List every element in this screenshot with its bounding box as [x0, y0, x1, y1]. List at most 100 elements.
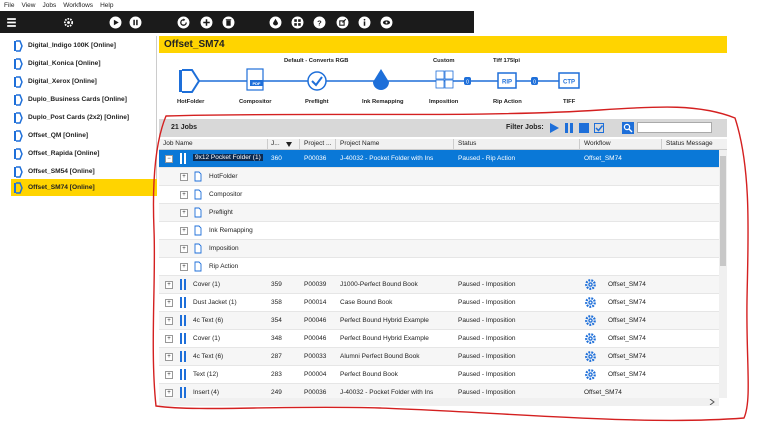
expand-toggle[interactable]: +	[180, 263, 188, 271]
sidebar-item-label: Duplo_Post Cards (2x2) [Online]	[28, 114, 130, 121]
sidebar-item-offset-rapida[interactable]: Offset_Rapida [Online]	[11, 145, 157, 162]
table-row[interactable]: + 4c Text (6) 354 P00046 Perfect Bound H…	[159, 312, 719, 330]
job-workflow: Offset_SM74	[608, 299, 646, 306]
delete-icon[interactable]	[221, 15, 235, 29]
sidebar-item-offset-sm74[interactable]: Offset_SM74 [Online]	[11, 179, 157, 196]
help-icon[interactable]: ?	[312, 15, 326, 29]
column-divider[interactable]	[267, 139, 268, 150]
compositor-step-icon[interactable]: PDF	[246, 68, 264, 91]
gear-icon[interactable]	[584, 332, 597, 345]
expand-toggle[interactable]: +	[165, 299, 173, 307]
expand-toggle[interactable]: +	[165, 371, 173, 379]
filter-stop-icon[interactable]	[579, 123, 589, 133]
sub-step-row[interactable]: + HotFolder	[159, 168, 719, 186]
expand-toggle[interactable]: +	[180, 191, 188, 199]
column-divider[interactable]	[453, 139, 454, 150]
expand-toggle[interactable]: +	[165, 317, 173, 325]
expand-toggle[interactable]: +	[165, 353, 173, 361]
preflight-step-icon[interactable]	[307, 71, 327, 91]
menu-view[interactable]: View	[21, 2, 35, 9]
settings-icon[interactable]	[61, 15, 75, 29]
column-divider[interactable]	[661, 139, 662, 150]
expand-toggle[interactable]: +	[180, 245, 188, 253]
sidebar-item-duplo-post-cards[interactable]: Duplo_Post Cards (2x2) [Online]	[11, 109, 157, 126]
ctp-step-icon[interactable]: CTP	[558, 72, 580, 89]
filter-play-icon[interactable]	[549, 123, 559, 133]
menu-help[interactable]: Help	[100, 2, 113, 9]
sub-step-row[interactable]: + Preflight	[159, 204, 719, 222]
ink-icon[interactable]	[268, 15, 282, 29]
view-icon[interactable]	[379, 15, 393, 29]
search-icon[interactable]	[622, 122, 634, 134]
sidebar-item-offset-sm54[interactable]: Offset_SM54 [Online]	[11, 163, 157, 180]
sidebar-item-offset-qm[interactable]: Offset_QM [Online]	[11, 127, 157, 144]
sub-step-label: Ink Remapping	[209, 227, 253, 234]
table-row[interactable]: + Dust Jacket (1) 358 P00014 Case Bound …	[159, 294, 719, 312]
sidebar-item-label: Digital_Xerox [Online]	[28, 78, 97, 85]
gear-icon[interactable]	[584, 368, 597, 381]
column-status[interactable]: Status	[458, 140, 476, 147]
column-workflow[interactable]: Workflow	[584, 140, 611, 147]
workflow-icon	[14, 111, 23, 124]
gear-icon[interactable]	[584, 350, 597, 363]
expand-toggle[interactable]: +	[180, 209, 188, 217]
info-icon[interactable]	[357, 15, 371, 29]
table-row[interactable]: + Text (12) 283 P00004 Perfect Bound Boo…	[159, 366, 719, 384]
expand-toggle[interactable]: +	[180, 227, 188, 235]
column-divider[interactable]	[335, 139, 336, 150]
column-divider[interactable]	[579, 139, 580, 150]
expand-toggle[interactable]: +	[165, 389, 173, 397]
search-input[interactable]	[637, 122, 712, 133]
expand-toggle[interactable]: +	[165, 281, 173, 289]
menu-workflows[interactable]: Workflows	[63, 2, 93, 9]
sidebar-item-digital-xerox[interactable]: Digital_Xerox [Online]	[11, 73, 157, 90]
expand-toggle[interactable]: +	[165, 335, 173, 343]
table-row-selected[interactable]: − 9x12 Pocket Folder (1) 360 P00036 J-40…	[159, 150, 719, 168]
table-row[interactable]: + 4c Text (6) 287 P00033 Alumni Perfect …	[159, 348, 719, 366]
add-icon[interactable]	[199, 15, 213, 29]
count-badge-1: 0	[464, 77, 471, 86]
refresh-icon[interactable]	[176, 15, 190, 29]
sidebar-item-label: Digital_Konica [Online]	[28, 60, 101, 67]
expand-toggle[interactable]: +	[180, 173, 188, 181]
column-j[interactable]: J...	[271, 140, 280, 147]
table-row[interactable]: + Insert (4) 249 P00036 J-40032 - Pocket…	[159, 384, 719, 398]
horizontal-scrollbar[interactable]	[159, 398, 719, 406]
rip-step-icon[interactable]: RIP	[497, 72, 517, 89]
filter-pause-icon[interactable]	[564, 123, 574, 133]
sidebar-item-digital-indigo[interactable]: Digital_Indigo 100K [Online]	[11, 37, 157, 54]
gear-icon[interactable]	[584, 278, 597, 291]
sidebar-item-digital-konica[interactable]: Digital_Konica [Online]	[11, 55, 157, 72]
sub-step-row[interactable]: + Rip Action	[159, 258, 719, 276]
column-project-name[interactable]: Project Name	[340, 140, 379, 147]
sidebar-item-duplo-business-cards[interactable]: Duplo_Business Cards [Online]	[11, 91, 157, 108]
sort-desc-icon[interactable]	[286, 142, 292, 147]
sub-step-row[interactable]: + Ink Remapping	[159, 222, 719, 240]
column-divider[interactable]	[299, 139, 300, 150]
job-name: Text (12)	[193, 371, 219, 378]
pause-icon[interactable]	[128, 15, 142, 29]
chevron-right-icon[interactable]	[709, 399, 715, 405]
table-row[interactable]: + Cover (1) 359 P00039 J1000-Perfect Bou…	[159, 276, 719, 294]
sub-step-row[interactable]: + Compositor	[159, 186, 719, 204]
gear-icon[interactable]	[584, 296, 597, 309]
vertical-scroll-thumb[interactable]	[720, 156, 726, 266]
menu-jobs[interactable]: Jobs	[42, 2, 56, 9]
column-project-id[interactable]: Project ...	[304, 140, 331, 147]
filter-check-icon[interactable]	[594, 123, 604, 133]
column-status-message[interactable]: Status Message	[666, 140, 713, 147]
menu-icon[interactable]	[4, 15, 18, 29]
collapse-toggle[interactable]: −	[165, 155, 173, 163]
gear-icon[interactable]	[584, 314, 597, 327]
play-icon[interactable]	[108, 15, 122, 29]
table-row[interactable]: + Cover (1) 348 P00046 Perfect Bound Hyb…	[159, 330, 719, 348]
sub-step-row[interactable]: + Imposition	[159, 240, 719, 258]
export-icon[interactable]	[335, 15, 349, 29]
ink-remapping-step-icon[interactable]	[373, 69, 389, 90]
imposition-step-icon[interactable]	[435, 70, 454, 89]
tree-icon[interactable]	[290, 15, 304, 29]
menu-file[interactable]: File	[4, 2, 14, 9]
hotfolder-step-icon[interactable]	[179, 69, 201, 93]
vertical-scrollbar[interactable]	[719, 150, 727, 398]
column-job-name[interactable]: Job Name	[163, 140, 193, 147]
